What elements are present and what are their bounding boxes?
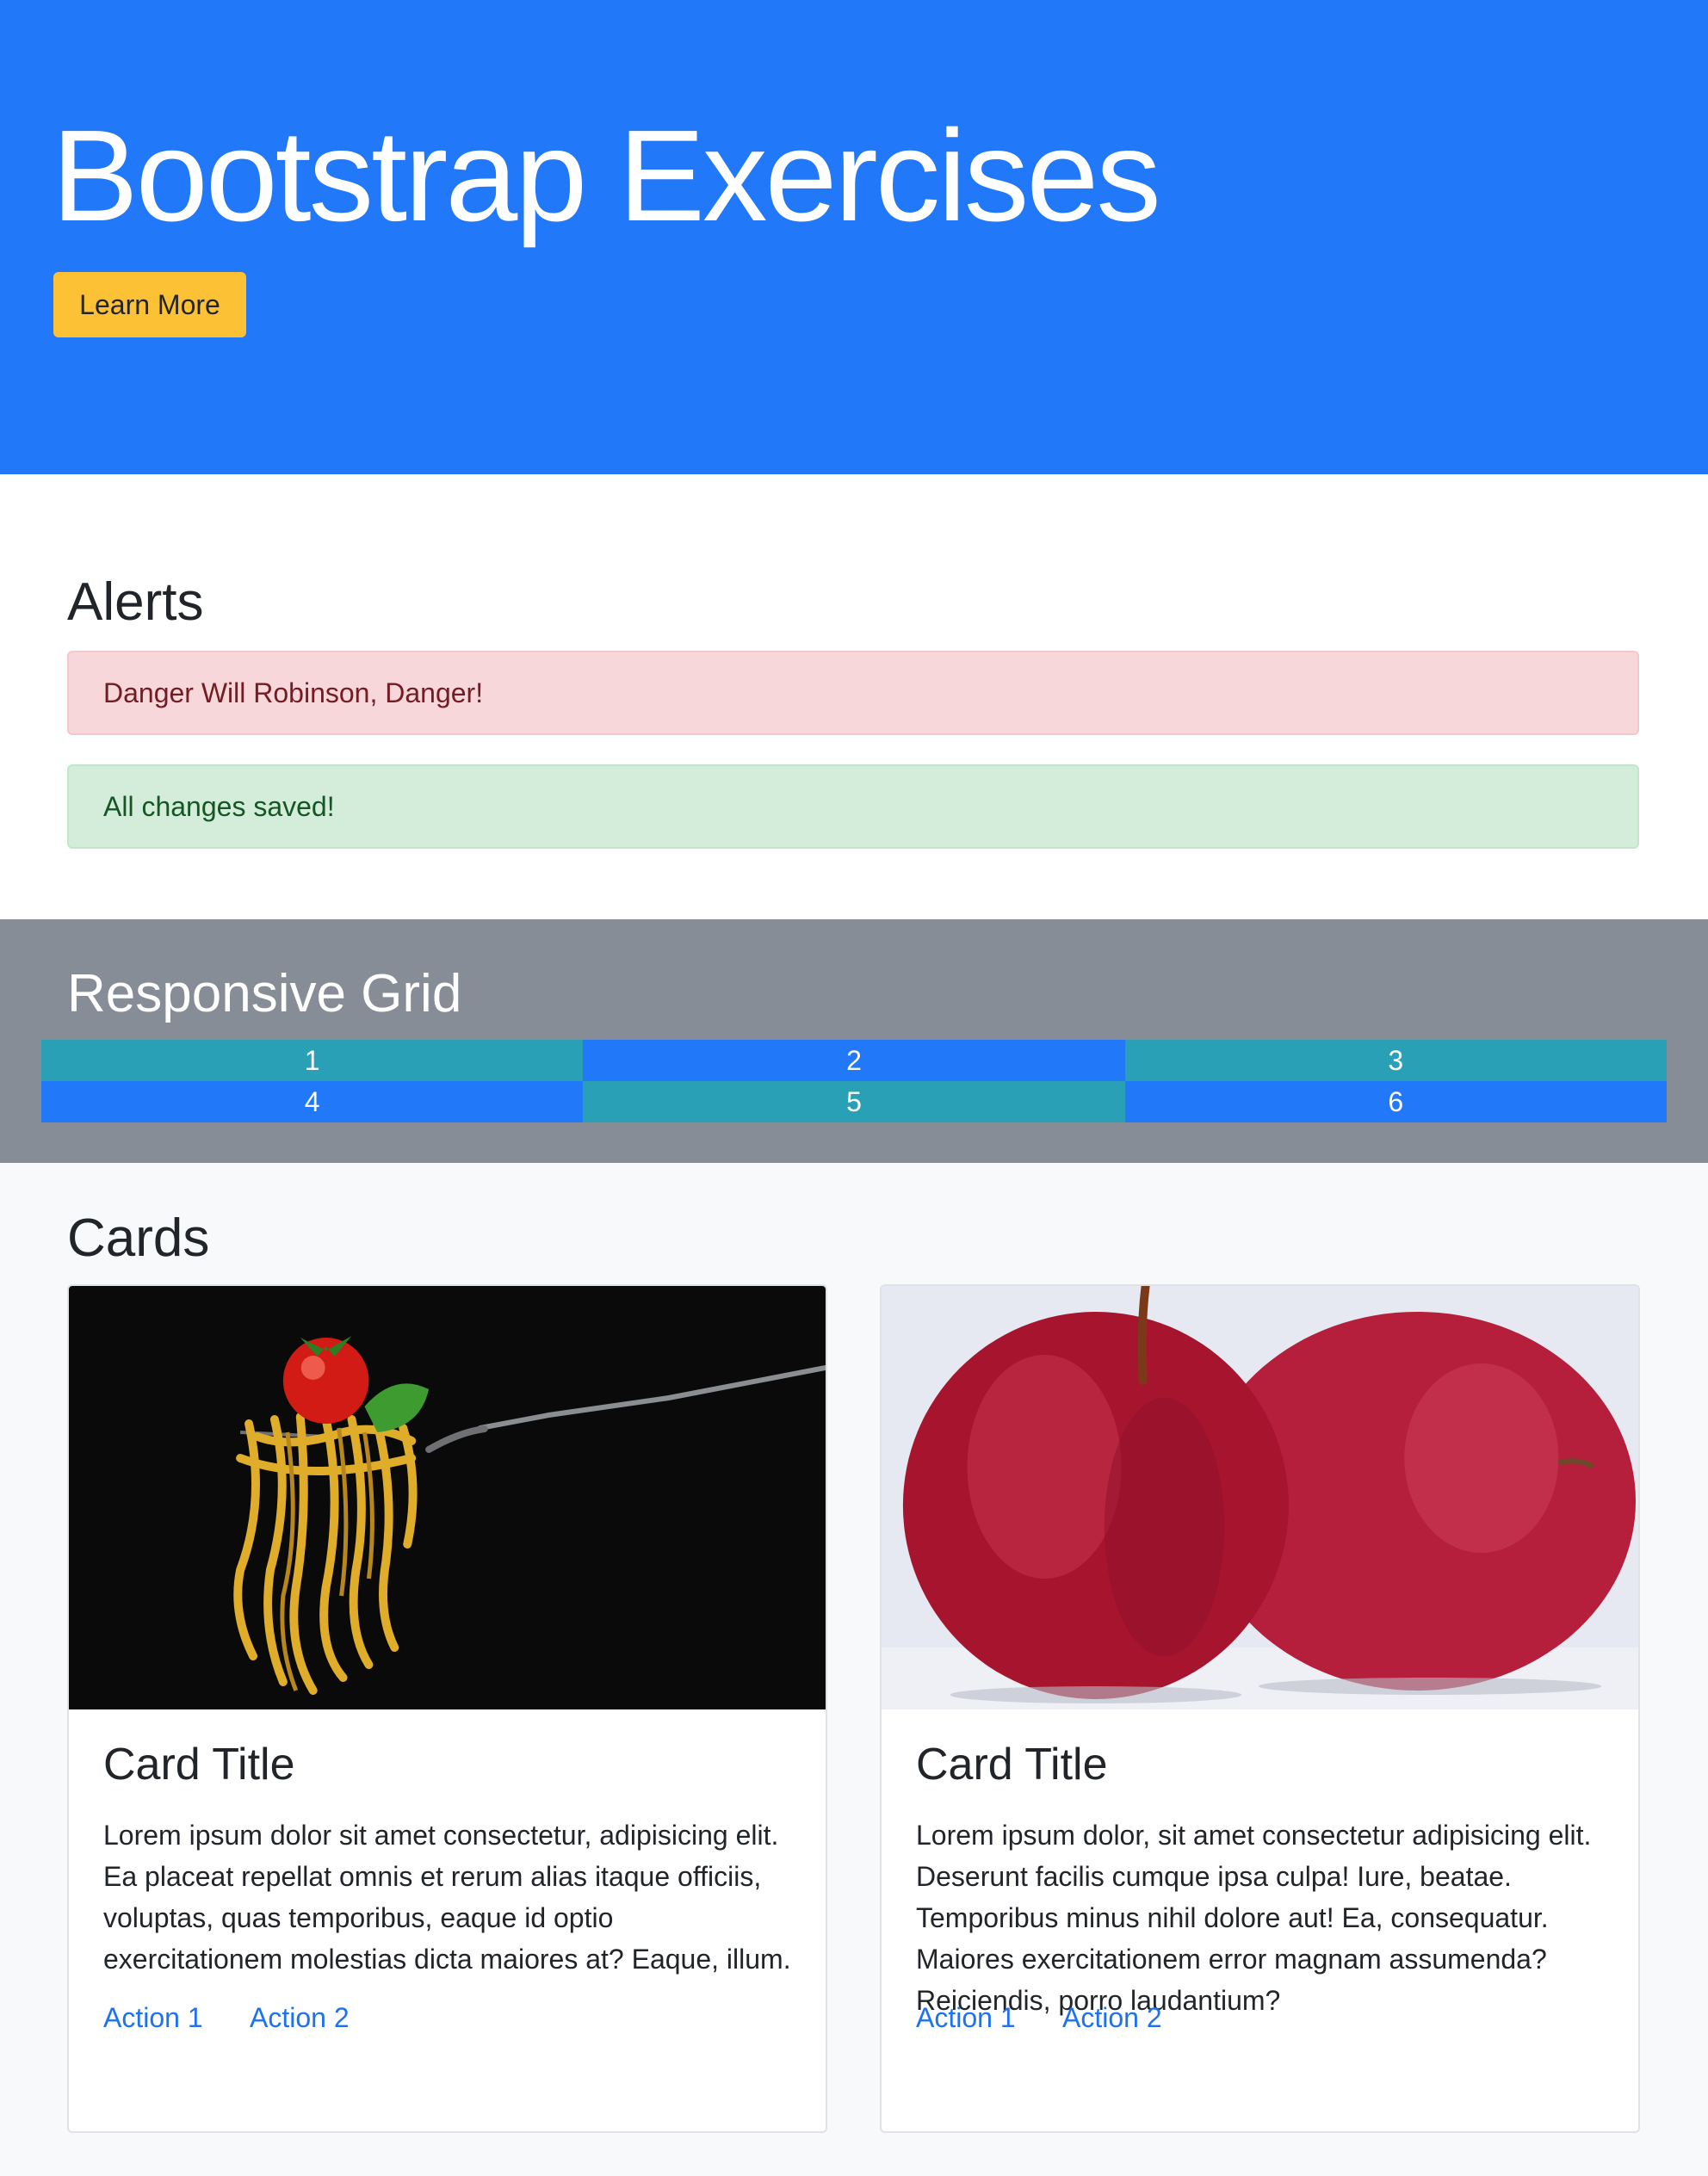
cards-heading: Cards <box>67 1209 210 1268</box>
card-text: Lorem ipsum dolor sit amet consectetur, … <box>103 1820 791 1975</box>
card-pasta: Card Title Lorem ipsum dolor sit amet co… <box>67 1284 827 2133</box>
card-action-1-link[interactable]: Action 1 <box>916 2002 1016 2034</box>
grid: 1 2 3 4 5 6 <box>41 1040 1667 1122</box>
alerts-heading: Alerts <box>67 572 204 632</box>
success-alert: All changes saved! <box>67 764 1639 849</box>
card-action-2-link[interactable]: Action 2 <box>1062 2002 1162 2034</box>
responsive-grid-section: Responsive Grid 1 2 3 4 5 6 <box>0 919 1708 1163</box>
grid-cell-5: 5 <box>583 1081 1125 1122</box>
card-action-2-link[interactable]: Action 2 <box>250 2002 350 2034</box>
card-title: Card Title <box>103 1740 295 1790</box>
grid-cell-6: 6 <box>1124 1081 1667 1122</box>
grid-cell-2: 2 <box>583 1040 1125 1081</box>
grid-cell-4: 4 <box>41 1081 584 1122</box>
cards-section: Cards Card Title Lorem ipsum dolor sit a… <box>0 1163 1708 2176</box>
danger-alert-text: Danger Will Robinson, Danger! <box>103 677 484 708</box>
learn-more-button[interactable]: Learn More <box>53 272 246 337</box>
card-action-1-link[interactable]: Action 1 <box>103 2002 203 2034</box>
card-title: Card Title <box>916 1740 1108 1790</box>
success-alert-text: All changes saved! <box>103 790 335 822</box>
danger-alert: Danger Will Robinson, Danger! <box>67 651 1639 735</box>
card-apples: Card Title Lorem ipsum dolor, sit amet c… <box>880 1284 1640 2133</box>
jumbotron: Bootstrap Exercises Learn More <box>0 0 1708 474</box>
apples-image <box>882 1286 1638 1709</box>
grid-heading: Responsive Grid <box>67 964 462 1023</box>
jumbotron-title: Bootstrap Exercises <box>52 102 1161 248</box>
grid-cell-3: 3 <box>1124 1040 1667 1081</box>
grid-cell-1: 1 <box>41 1040 584 1081</box>
alerts-section: Alerts Danger Will Robinson, Danger! All… <box>0 474 1708 919</box>
card-text: Lorem ipsum dolor, sit amet consectetur … <box>916 1820 1592 2016</box>
pasta-image <box>69 1286 826 1709</box>
